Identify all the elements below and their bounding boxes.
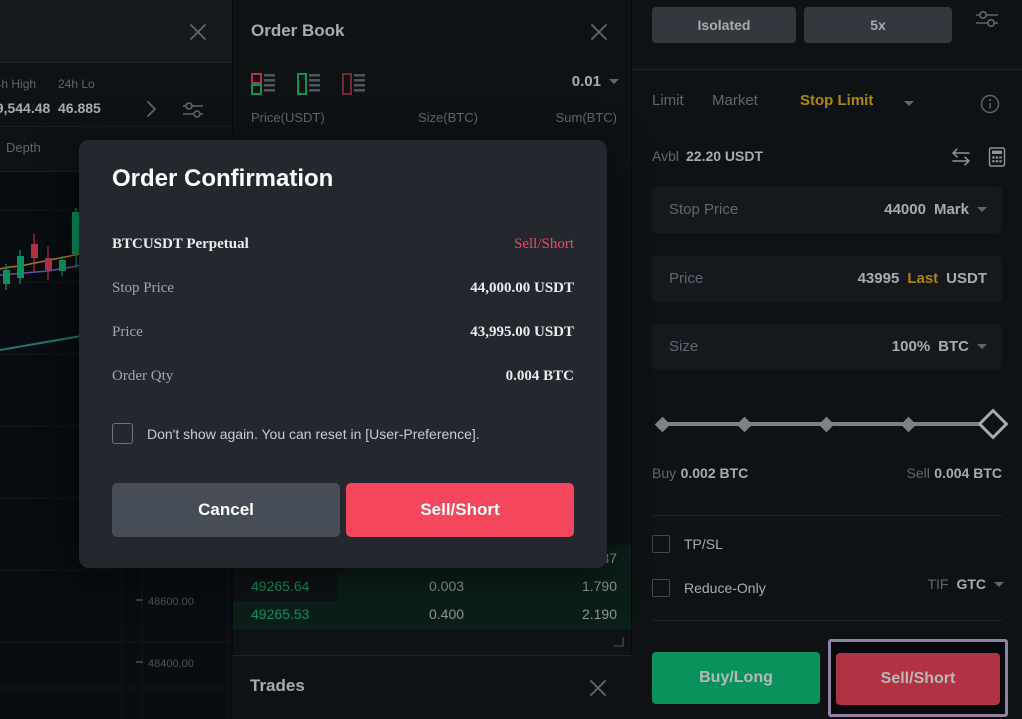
side-label: Sell/Short xyxy=(513,236,574,252)
row-label: Order Qty xyxy=(112,368,174,384)
dont-show-again-label: Don't show again. You can reset in [User… xyxy=(147,425,480,442)
order-confirmation-dialog: Order Confirmation BTCUSDT Perpetual Sel… xyxy=(79,140,607,568)
cancel-button[interactable]: Cancel xyxy=(112,483,340,537)
dont-show-again-checkbox[interactable] xyxy=(112,423,133,444)
summary-row-stop-price: Stop Price 44,000.00 USDT xyxy=(112,280,574,324)
dont-show-again-row[interactable]: Don't show again. You can reset in [User… xyxy=(112,423,480,444)
dialog-title: Order Confirmation xyxy=(112,165,334,192)
symbol-label: BTCUSDT Perpetual xyxy=(112,236,249,252)
row-value: 44,000.00 USDT xyxy=(470,280,574,296)
summary-row-symbol: BTCUSDT Perpetual Sell/Short xyxy=(112,236,574,280)
summary-row-order-qty: Order Qty 0.004 BTC xyxy=(112,368,574,412)
row-value: 43,995.00 USDT xyxy=(470,324,574,340)
row-label: Price xyxy=(112,324,143,340)
summary-row-price: Price 43,995.00 USDT xyxy=(112,324,574,368)
row-value: 0.004 BTC xyxy=(505,368,574,384)
dialog-actions: Cancel Sell/Short xyxy=(112,483,574,537)
row-label: Stop Price xyxy=(112,280,175,296)
trading-app-root: 24h High 49,544.48 24h Lo 46.885 Depth xyxy=(0,0,1022,719)
order-summary-list: BTCUSDT Perpetual Sell/Short Stop Price … xyxy=(112,236,574,412)
confirm-sell-short-button[interactable]: Sell/Short xyxy=(346,483,574,537)
